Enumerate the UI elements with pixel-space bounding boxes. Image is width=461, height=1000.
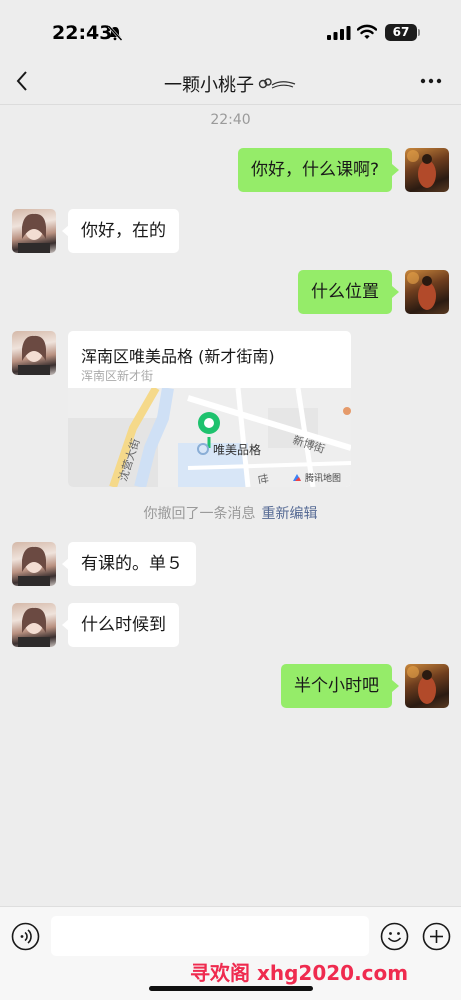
nav-bar: 一颗小桃子 <box>0 62 461 104</box>
status-time: 22:43 <box>52 22 113 44</box>
avatar-self[interactable] <box>405 664 449 708</box>
recall-notice: 你撤回了一条消息 重新编辑 <box>0 503 461 523</box>
plus-icon[interactable] <box>422 922 451 951</box>
voice-icon[interactable] <box>11 922 40 951</box>
map-attribution: 腾讯地图 <box>292 471 341 484</box>
message-bubble-other[interactable]: 有课的。单５ <box>68 542 196 586</box>
map-poi-label: 唯美品格 <box>213 442 261 457</box>
signal-icon <box>327 26 351 40</box>
bubble-tail <box>392 680 399 692</box>
message-bubble-other[interactable]: 什么时候到 <box>68 603 179 647</box>
avatar-other[interactable] <box>12 331 56 375</box>
chat-title: 一颗小桃子 <box>0 71 461 97</box>
avatar-other[interactable] <box>12 542 56 586</box>
message-bubble-self[interactable]: 你好，什么课啊? <box>237 148 392 192</box>
map-street-label: 世 <box>255 472 270 485</box>
map-attribution-text: 腾讯地图 <box>305 474 342 484</box>
bubble-tail <box>392 286 399 298</box>
message-bubble-self[interactable]: 什么位置 <box>298 270 392 314</box>
watermark: 寻欢阁 xhg2020.com <box>190 961 409 985</box>
avatar-self[interactable] <box>405 270 449 314</box>
emoji-icon[interactable] <box>380 922 409 951</box>
chat-title-text: 一颗小桃子 <box>164 75 254 96</box>
nav-divider <box>0 104 461 105</box>
bubble-tail <box>392 164 399 176</box>
message-input[interactable] <box>51 916 369 956</box>
message-timestamp: 22:40 <box>210 112 251 128</box>
battery-tip <box>418 29 420 36</box>
location-card[interactable]: 浑南区唯美品格 (新才街南) 浑南区新才街 唯美品格 沈营大街 新博街 世 腾讯… <box>68 331 351 487</box>
re-edit-link[interactable]: 重新编辑 <box>262 506 318 522</box>
location-subtitle: 浑南区新才街 <box>81 369 154 383</box>
home-indicator <box>149 986 313 991</box>
status-bar: 22:43 67 <box>0 0 461 62</box>
avatar-other[interactable] <box>12 209 56 253</box>
ornament-icon <box>258 78 296 89</box>
avatar-other[interactable] <box>12 603 56 647</box>
message-bubble-other[interactable]: 你好，在的 <box>68 209 179 253</box>
message-bubble-self[interactable]: 半个小时吧 <box>281 664 392 708</box>
location-title: 浑南区唯美品格 (新才街南) <box>81 347 275 366</box>
recall-notice-text: 你撤回了一条消息 <box>143 506 256 522</box>
tencent-map-icon <box>293 473 301 481</box>
avatar-self[interactable] <box>405 148 449 192</box>
more-icon[interactable] <box>420 78 442 84</box>
battery-level: 67 <box>385 24 417 41</box>
mute-bell-icon <box>108 25 123 41</box>
wifi-icon <box>357 24 377 39</box>
